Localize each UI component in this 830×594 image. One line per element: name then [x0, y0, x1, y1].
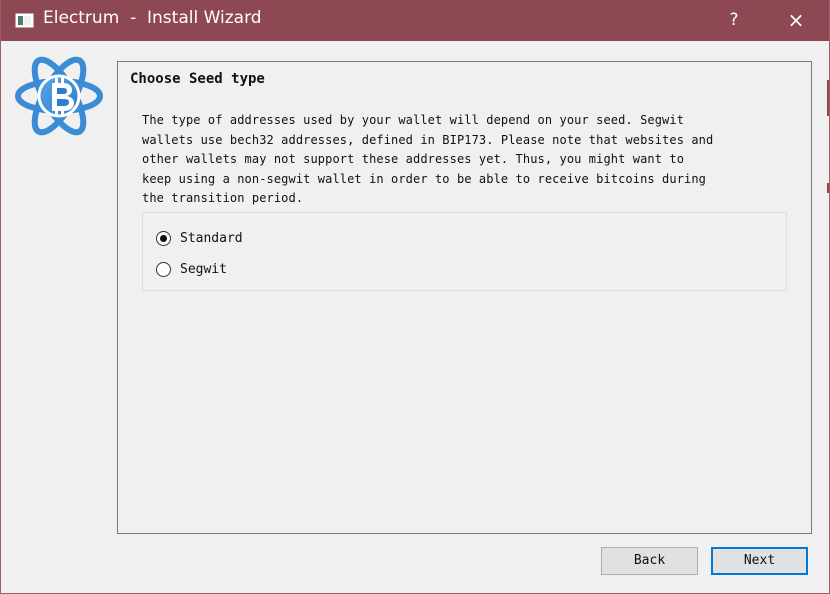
- page-title: Choose Seed type: [130, 71, 265, 87]
- window-edge-accent: [827, 80, 829, 116]
- segwit-radio-label[interactable]: Segwit: [180, 260, 227, 280]
- app-window-icon: [15, 13, 34, 28]
- description-line: wallets use bech32 addresses, defined in…: [142, 132, 714, 147]
- window-title: Electrum - Install Wizard: [43, 8, 262, 28]
- install-wizard-window: Electrum - Install Wizard ? × Choose See…: [0, 0, 830, 594]
- title-bar[interactable]: Electrum - Install Wizard ? ×: [1, 0, 829, 41]
- seed-type-description: The type of addresses used by your walle…: [142, 111, 792, 209]
- description-line: keep using a non-segwit wallet in order …: [142, 171, 706, 186]
- standard-radio-button[interactable]: [156, 231, 171, 246]
- close-button[interactable]: ×: [773, 0, 819, 41]
- description-line: other wallets may not support these addr…: [142, 152, 685, 166]
- help-icon: ?: [729, 10, 739, 30]
- standard-radio-label[interactable]: Standard: [180, 229, 243, 249]
- next-button[interactable]: Next: [711, 547, 808, 575]
- back-button[interactable]: Back: [601, 547, 698, 575]
- segwit-radio-button[interactable]: [156, 262, 171, 277]
- seed-type-radio-group: Standard Segwit: [142, 212, 787, 291]
- segwit-radio-option[interactable]: Segwit: [156, 260, 306, 280]
- help-button[interactable]: ?: [711, 0, 757, 41]
- description-line: The type of addresses used by your walle…: [142, 113, 685, 127]
- electrum-bitcoin-logo-icon: [15, 56, 103, 136]
- seed-type-panel: Choose Seed type The type of addresses u…: [117, 61, 812, 534]
- description-line: the transition period.: [142, 191, 304, 205]
- standard-radio-option[interactable]: Standard: [156, 229, 306, 249]
- close-icon: ×: [787, 8, 805, 32]
- window-edge-accent: [827, 183, 829, 193]
- radio-selected-dot: [160, 235, 167, 242]
